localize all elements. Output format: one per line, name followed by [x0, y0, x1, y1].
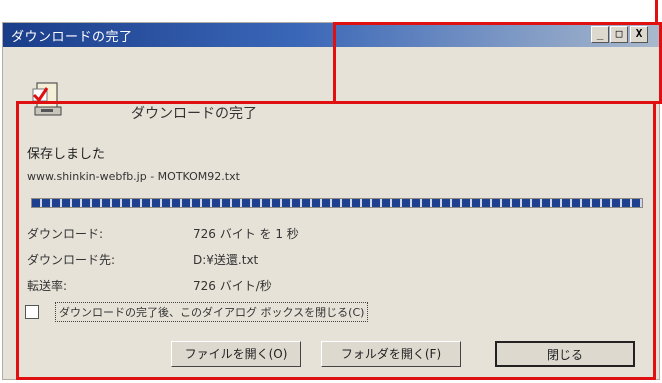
- annotation-leader-line: [655, 0, 658, 24]
- annotation-box-titlebar: [333, 22, 662, 104]
- annotation-box-content: [16, 101, 656, 380]
- window-title: ダウンロードの完了: [11, 30, 133, 45]
